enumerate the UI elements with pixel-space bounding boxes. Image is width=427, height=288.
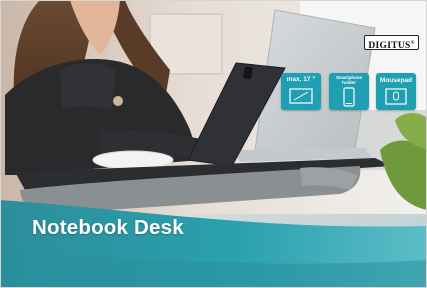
- laptop-screen-icon: [289, 88, 313, 104]
- sweater-front: [60, 63, 115, 110]
- feature-label-smartphone-2: holder: [342, 80, 356, 85]
- headline-title: Notebook Desk: [32, 216, 184, 239]
- product-banner: DIGITUS® max. 17 " Smartphone holder Mou…: [0, 0, 427, 288]
- mouse-icon: [385, 88, 407, 105]
- feature-badge-smartphone: Smartphone holder: [329, 73, 369, 110]
- necklace-pendant: [113, 96, 123, 106]
- feature-badge-size: max. 17 ": [281, 73, 321, 110]
- feature-label-mousepad: Mousepad: [379, 77, 413, 84]
- brand-logo: DIGITUS®: [364, 35, 419, 51]
- product-photo: [0, 0, 427, 288]
- feature-badge-mousepad: Mousepad: [376, 73, 416, 110]
- feature-label-size: max. 17 ": [286, 76, 316, 83]
- computer-mouse: [92, 150, 174, 170]
- smartphone-icon: [343, 87, 355, 107]
